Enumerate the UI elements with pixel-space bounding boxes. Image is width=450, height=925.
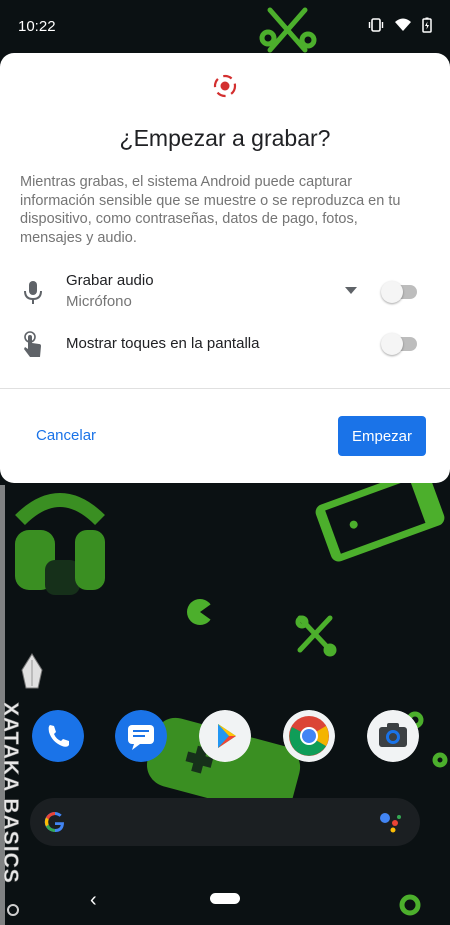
chrome-icon[interactable]	[283, 710, 335, 762]
status-bar: 10:22	[0, 0, 450, 52]
option-label: Grabar audio	[66, 272, 154, 289]
status-icons	[368, 17, 432, 33]
wifi-icon	[395, 18, 411, 31]
phone-icon[interactable]	[32, 710, 84, 762]
vibrate-icon	[368, 18, 384, 32]
cancel-button[interactable]: Cancelar	[20, 416, 112, 456]
dialog-description: Mientras grabas, el sistema Android pued…	[20, 174, 401, 246]
option-show-touches[interactable]: Mostrar toques en la pantalla	[0, 331, 450, 357]
show-touches-toggle[interactable]	[381, 333, 417, 355]
option-label: Mostrar toques en la pantalla	[66, 335, 260, 352]
google-g-icon	[44, 811, 64, 833]
dialog-title: ¿Empezar a grabar?	[119, 125, 331, 151]
start-button[interactable]: Empezar	[338, 416, 426, 456]
watermark-text: XATAKA BASICS	[0, 702, 22, 884]
option-record-audio[interactable]: Grabar audio Micrófono	[0, 269, 450, 315]
divider	[0, 388, 450, 389]
record-icon	[213, 74, 237, 98]
assistant-icon[interactable]	[378, 810, 404, 834]
toggle-knob	[381, 333, 403, 355]
microphone-icon	[24, 281, 42, 304]
back-icon[interactable]: ‹	[90, 889, 97, 912]
home-pill-icon[interactable]	[210, 893, 240, 904]
toggle-knob	[381, 281, 403, 303]
search-bar[interactable]	[30, 798, 420, 846]
option-sublabel: Micrófono	[66, 293, 132, 310]
camera-icon[interactable]	[367, 710, 419, 762]
record-audio-toggle[interactable]	[381, 281, 417, 303]
screen-record-dialog: ¿Empezar a grabar? Mientras grabas, el s…	[0, 53, 450, 483]
messages-icon[interactable]	[115, 710, 167, 762]
play-store-icon[interactable]	[199, 710, 251, 762]
chevron-down-icon[interactable]	[345, 287, 357, 295]
watermark-logo-icon	[21, 653, 43, 689]
battery-charging-icon	[422, 17, 432, 33]
status-time: 10:22	[18, 18, 56, 35]
touch-icon	[24, 331, 41, 357]
